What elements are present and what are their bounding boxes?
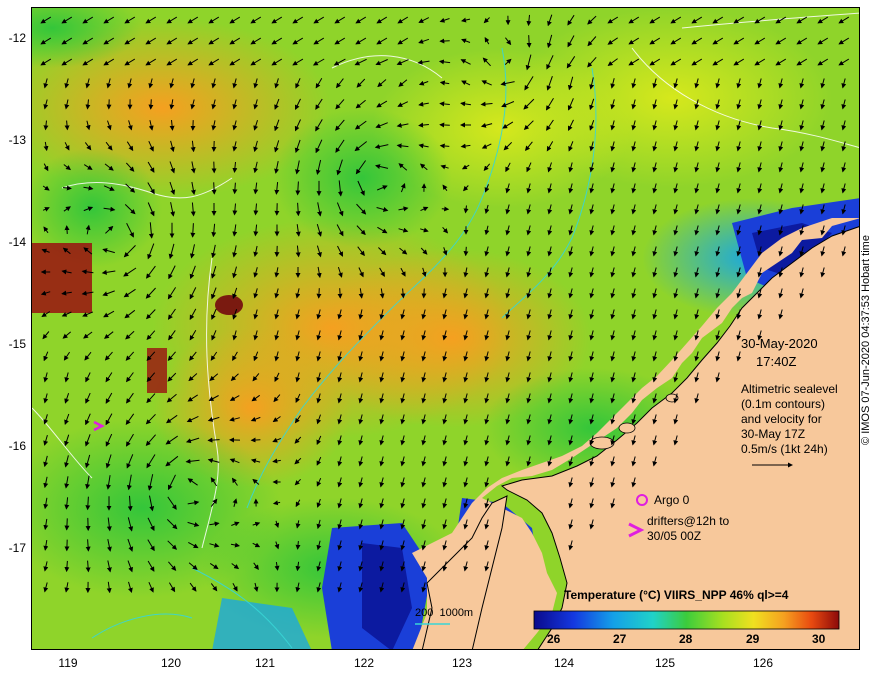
velocity-arrow: [337, 288, 343, 299]
y-tick-label: -15: [8, 337, 26, 351]
timestamp-date: 30-May-2020: [741, 336, 818, 351]
drifters-line1: drifters@12h to: [647, 514, 730, 528]
drifters-line2: 30/05 00Z: [647, 529, 702, 543]
velocity-arrow: [64, 225, 70, 234]
altimetry-line1: Altimetric sealevel: [741, 382, 838, 396]
velocity-arrow: [64, 518, 70, 531]
altimetry-line3: and velocity for: [741, 412, 822, 426]
altimetry-line2: (0.1m contours): [741, 397, 826, 411]
x-tick-label: 125: [654, 656, 676, 670]
velocity-arrow: [526, 35, 532, 48]
x-tick-label: 123: [451, 656, 473, 670]
velocity-arrow: [148, 99, 154, 110]
x-tick-label: 126: [752, 656, 774, 670]
credit-text: © IMOS 07-Jun-2020 04:37:53 Hobart time: [860, 235, 872, 445]
velocity-arrow: [463, 246, 469, 257]
x-tick-label: 119: [58, 656, 78, 670]
velocity-arrow: [316, 288, 322, 299]
velocity-arrow: [421, 288, 427, 299]
colorbar-title: Temperature (°C) VIIRS_NPP 46% ql>=4: [564, 588, 789, 602]
velocity-arrow: [439, 122, 450, 128]
y-tick-label: -17: [8, 541, 26, 555]
velocity-arrow: [211, 182, 217, 195]
argo-label: Argo 0: [654, 493, 690, 507]
colorbar-tick-28: 28: [679, 632, 693, 646]
sst-map: 30-May-2020 17:40Z Altimetric sealevel (…: [31, 7, 860, 650]
x-tick-label: 120: [160, 656, 182, 670]
colorbar-tick-29: 29: [746, 632, 760, 646]
velocity-arrow: [441, 206, 450, 212]
map-canvas: [32, 8, 859, 649]
colorbar-tick-26: 26: [547, 632, 561, 646]
colorbar: [533, 610, 840, 630]
colorbar-tick-30: 30: [812, 632, 826, 646]
bathymetry-legend-label: 200 1000m: [415, 607, 474, 619]
y-tick-label: -16: [8, 439, 26, 453]
y-tick-label: -12: [8, 31, 26, 45]
timestamp-time: 17:40Z: [756, 354, 797, 369]
y-tick-label: -13: [8, 133, 26, 147]
y-tick-label: -14: [8, 235, 26, 249]
colorbar-tick-27: 27: [613, 632, 627, 646]
x-tick-label: 124: [553, 656, 575, 670]
altimetry-line4: 30-May 17Z: [741, 427, 806, 441]
x-tick-label: 122: [353, 656, 375, 670]
velocity-arrow: [250, 437, 261, 443]
x-tick-label: 121: [254, 656, 276, 670]
velocity-scale-label: 0.5m/s (1kt 24h): [741, 442, 828, 456]
